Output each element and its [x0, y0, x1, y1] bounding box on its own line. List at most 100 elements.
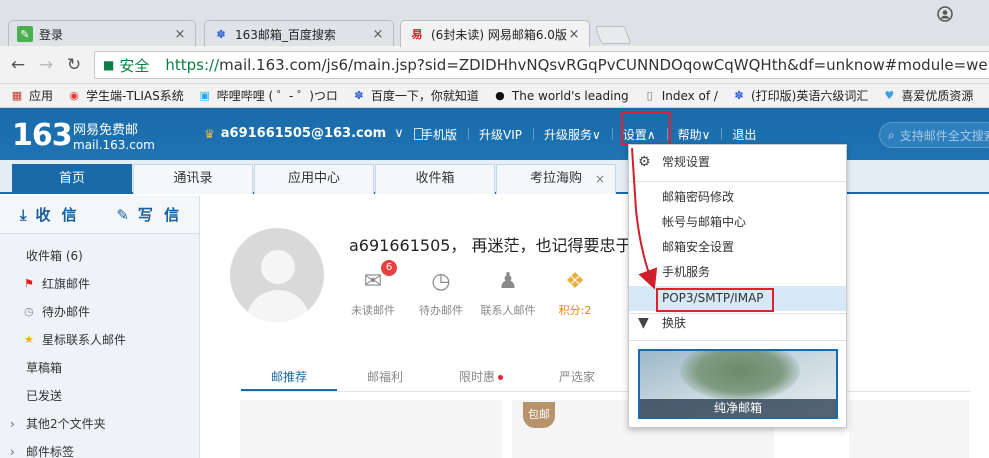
menu-account-center[interactable]: 帐号与邮箱中心 — [629, 210, 846, 235]
bookmark-tlias[interactable]: ◉ 学生端-TLIAS系统 — [67, 87, 184, 104]
folder-inbox[interactable]: 收件箱 (6) — [0, 242, 199, 270]
account-menu[interactable]: ♛ a691661505@163.com ∨ — [204, 126, 423, 141]
tab-contacts[interactable]: 通讯录 — [133, 164, 253, 194]
browser-tab-baidu[interactable]: ✽ 163邮箱_百度搜索 × — [204, 20, 394, 47]
menu-password[interactable]: 邮箱密码修改 — [629, 185, 846, 210]
github-icon: ● — [495, 89, 505, 102]
settings-highlight-box — [621, 111, 671, 145]
bookmark-bilibili[interactable]: ▣ 哔哩哔哩 ( ゜- ゜)つロ — [198, 87, 338, 104]
folder-tags[interactable]: › 邮件标签 — [0, 438, 199, 458]
bookmark-index[interactable]: ▯ Index of / — [643, 89, 718, 103]
chevron-right-icon: › — [10, 417, 15, 431]
mail-icon: ✉ 6 — [359, 260, 397, 296]
tab-title: (6封未读) 网易邮箱6.0版 — [431, 27, 567, 42]
bookmark-resources[interactable]: ♥ 喜爱优质资源 — [882, 87, 973, 104]
welcome-panel: a691661505， 再迷茫，也记得要忠于自己 ✉6 未读邮件 ◷ 待办邮件 … — [201, 196, 989, 458]
search-placeholder: 支持邮件全文搜索 — [899, 128, 989, 143]
new-tab-button[interactable] — [594, 26, 632, 44]
tab-kaola[interactable]: 考拉海购 × — [496, 164, 616, 194]
clock-icon: ◷ — [431, 269, 451, 294]
bookmark-vocab[interactable]: ✽ (打印版)英语六级词汇 — [732, 87, 868, 104]
browser-tab-login[interactable]: ✎ 登录 × — [8, 20, 196, 47]
menu-security[interactable]: 邮箱安全设置 — [629, 235, 846, 260]
folder-flagged[interactable]: ⚑ 红旗邮件 — [0, 270, 199, 298]
quick-todo[interactable]: ◷ 待办邮件 — [411, 268, 471, 318]
url-text: mail.163.com/js6/main.jsp?sid=ZDIDHhvNQs… — [219, 56, 989, 74]
product-card[interactable] — [849, 400, 969, 458]
close-icon[interactable]: × — [567, 27, 581, 42]
avatar[interactable] — [230, 228, 324, 322]
address-bar[interactable]: ■ 安全 https:// mail.163.com/js6/main.jsp?… — [94, 51, 989, 79]
paw-icon: ✽ — [354, 89, 364, 102]
close-icon[interactable]: × — [371, 27, 385, 42]
folder-others[interactable]: › 其他2个文件夹 — [0, 410, 199, 438]
quick-unread[interactable]: ✉ 6 未读邮件 — [343, 260, 403, 318]
tab-title: 登录 — [39, 27, 64, 42]
tab-inbox[interactable]: 收件箱 — [375, 164, 495, 194]
nav-upgrade-vip[interactable]: 升级VIP — [468, 126, 533, 143]
menu-skin[interactable]: ▼ 换肤 — [629, 311, 846, 336]
tab-app-center[interactable]: 应用中心 — [254, 164, 374, 194]
contact-star-icon: ♟ — [498, 269, 518, 294]
quick-points[interactable]: ❖ 积分:2 — [545, 268, 605, 318]
menu-general-settings[interactable]: ⚙ 常规设置 — [629, 150, 846, 175]
profile-icon[interactable] — [937, 6, 953, 22]
ctab-recommend[interactable]: 邮推荐 — [241, 364, 337, 391]
edit-icon: ✎ — [116, 205, 132, 224]
netease-icon: 易 — [411, 28, 423, 41]
paw-icon: ✽ — [216, 27, 226, 41]
forward-icon[interactable]: → — [35, 54, 57, 76]
coin-icon: ❖ — [565, 269, 585, 294]
folder-drafts[interactable]: 草稿箱 — [0, 354, 199, 382]
heart-icon: ♥ — [884, 89, 895, 102]
bookmark-github[interactable]: ● The world's leading — [493, 89, 629, 103]
gear-icon: ⚙ — [638, 154, 651, 170]
back-icon[interactable]: ← — [7, 54, 29, 76]
compose-button[interactable]: ✎ 写 信 — [100, 196, 200, 233]
bookmark-baidu[interactable]: ✽ 百度一下，你就知道 — [352, 87, 479, 104]
nav-mobile[interactable]: 手机版 — [410, 126, 468, 143]
greeting-text: a691661505， 再迷茫，也记得要忠于自己 — [349, 236, 629, 255]
menu-mobile-service[interactable]: 手机服务 — [629, 260, 846, 285]
nav-logout[interactable]: 退出 — [721, 126, 767, 143]
tab-home[interactable]: 首页 — [12, 164, 132, 194]
ctab-welfare[interactable]: 邮福利 — [337, 364, 433, 391]
tshirt-icon: ▼ — [638, 315, 649, 331]
mail-search-input[interactable]: ⌕ 支持邮件全文搜索 — [879, 122, 989, 148]
top-nav: 手机版 升级VIP 升级服务∨ 设置∧ 帮助∨ 退出 — [410, 126, 767, 143]
product-card[interactable] — [240, 400, 502, 458]
crown-icon: ♛ — [204, 126, 215, 141]
sidebar: ⤓ 收 信 ✎ 写 信 收件箱 (6) ⚑ 红旗邮件 ◷ 待办邮件 ★ 星标联系人邮件… — [0, 196, 200, 458]
logo-text: 网易免费邮 mail.163.com — [73, 123, 155, 153]
new-dot — [498, 375, 503, 380]
quick-contacts[interactable]: ♟ 联系人邮件 — [478, 268, 538, 318]
divider — [629, 181, 846, 182]
folder-todo[interactable]: ◷ 待办邮件 — [0, 298, 199, 326]
paw-icon: ✽ — [734, 89, 744, 102]
content-tabs: 邮推荐 邮福利 限时惠 严选家 — [241, 364, 971, 392]
browser-tab-mail[interactable]: 易 (6封未读) 网易邮箱6.0版 × — [400, 20, 590, 47]
flag-icon: ⚑ — [24, 277, 34, 290]
browser-toolbar: ← → ↻ ■ 安全 https:// mail.163.com/js6/mai… — [0, 46, 989, 84]
close-icon[interactable]: × — [595, 165, 605, 193]
tab-title: 163邮箱_百度搜索 — [235, 27, 336, 42]
leaf-icon: ✎ — [17, 26, 33, 42]
receive-button[interactable]: ⤓ 收 信 — [0, 196, 100, 233]
ctab-yanxuan: 严选家 — [558, 370, 595, 384]
bookmark-apps[interactable]: ▦ 应用 — [10, 87, 53, 104]
clock-icon: ◷ — [24, 305, 34, 318]
logo-number[interactable]: 163 — [12, 118, 73, 153]
reload-icon[interactable]: ↻ — [63, 54, 85, 76]
ctab-flash-sale[interactable]: 限时惠 — [433, 364, 529, 391]
browser-tabstrip: ✎ 登录 × ✽ 163邮箱_百度搜索 × 易 (6封未读) 网易邮箱6.0版 … — [0, 0, 989, 47]
tab-label: 考拉海购 — [529, 171, 582, 186]
unread-badge: 6 — [381, 260, 397, 276]
url-scheme: https:// — [165, 56, 220, 74]
skin-thumbnail[interactable]: 纯净邮箱 — [638, 349, 838, 419]
nav-help[interactable]: 帮助∨ — [666, 126, 722, 143]
folder-sent[interactable]: 已发送 — [0, 382, 199, 410]
lock-icon: ■ — [103, 58, 115, 72]
close-icon[interactable]: × — [173, 27, 187, 42]
nav-upgrade-service[interactable]: 升级服务∨ — [533, 126, 612, 143]
folder-starred[interactable]: ★ 星标联系人邮件 — [0, 326, 199, 354]
